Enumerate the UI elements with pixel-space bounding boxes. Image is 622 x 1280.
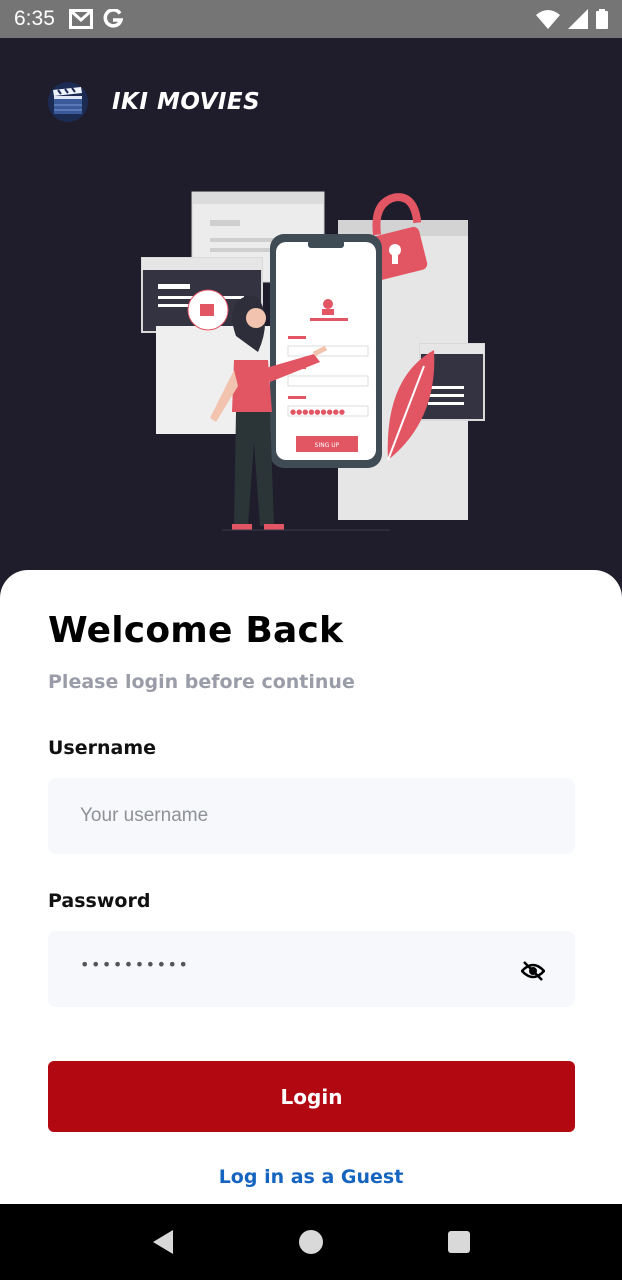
username-input[interactable] xyxy=(80,805,543,827)
status-icons-right xyxy=(536,9,608,29)
illustration-button-text: SING UP xyxy=(315,442,340,449)
gmail-icon xyxy=(68,9,93,29)
guest-login-link[interactable]: Log in as a Guest xyxy=(0,1166,622,1188)
brand: IKI MOVIES xyxy=(48,82,260,122)
page-subtitle: Please login before continue xyxy=(48,671,355,693)
password-label: Password xyxy=(48,890,151,912)
password-field[interactable]: •••••••••• xyxy=(48,931,575,1007)
password-input[interactable]: •••••••••• xyxy=(80,955,189,974)
google-icon xyxy=(103,9,123,28)
status-bar: 6:35 xyxy=(0,0,622,38)
clapperboard-icon xyxy=(48,82,88,122)
eye-off-icon[interactable] xyxy=(521,961,545,981)
hero-section: IKI MOVIES ●●●●●●●●● SING UP xyxy=(0,38,622,598)
page-title: Welcome Back xyxy=(48,610,344,651)
status-time: 6:35 xyxy=(14,7,55,30)
recents-icon[interactable] xyxy=(447,1230,471,1254)
username-field[interactable] xyxy=(48,778,575,854)
back-icon[interactable] xyxy=(151,1229,175,1255)
login-button[interactable]: Login xyxy=(48,1061,575,1132)
login-card: Welcome Back Please login before continu… xyxy=(0,570,622,1204)
system-nav-bar xyxy=(0,1204,622,1280)
wifi-icon xyxy=(536,10,560,29)
home-icon[interactable] xyxy=(298,1229,324,1255)
battery-icon xyxy=(596,9,608,29)
status-icons-left xyxy=(68,9,123,29)
app-title: IKI MOVIES xyxy=(112,89,261,115)
signup-illustration: ●●●●●●●●● SING UP xyxy=(141,191,485,531)
username-label: Username xyxy=(48,737,157,759)
cell-signal-icon xyxy=(568,9,588,29)
svg-text:●●●●●●●●●: ●●●●●●●●● xyxy=(290,408,345,416)
